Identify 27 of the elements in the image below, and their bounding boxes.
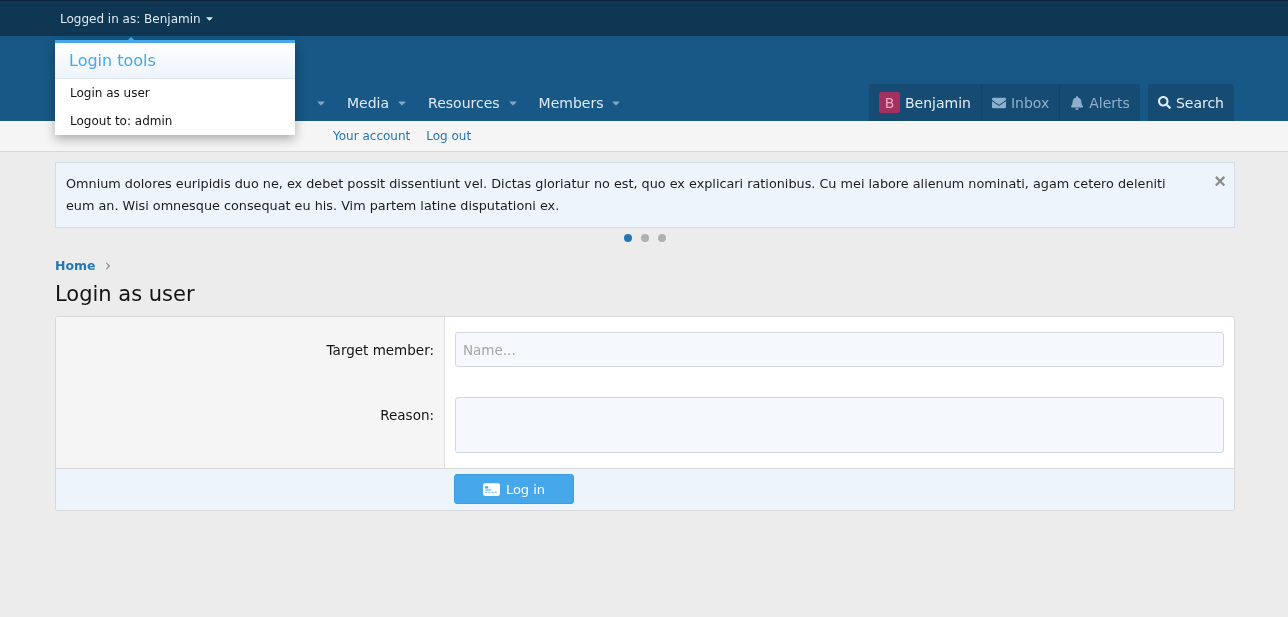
envelope-icon [991, 95, 1006, 110]
toolbar-link[interactable]: Alerts [1060, 84, 1140, 121]
nav-tab[interactable]: Members [528, 84, 633, 121]
field-label: Target member: [326, 342, 434, 358]
menu-item[interactable]: Logout to: admin [55, 107, 295, 135]
page-title: Login as user [55, 282, 196, 306]
logged-in-menu[interactable]: Logged in as: Benjamin [60, 11, 215, 26]
field-label: Reason: [380, 407, 434, 423]
card-icon [482, 480, 500, 498]
nav-tab[interactable]: Media [337, 84, 419, 121]
sub-nav-link[interactable]: Log out [418, 129, 480, 143]
menu-title: Login tools [55, 43, 295, 79]
text-area[interactable] [455, 397, 1224, 453]
breadcrumb-link[interactable]: Home [55, 258, 96, 273]
menu-item[interactable]: Login as user [55, 79, 295, 107]
input-field[interactable]: Name... [455, 332, 1224, 367]
search-icon [1157, 96, 1171, 109]
avatar: B [879, 92, 900, 113]
bell-icon [1070, 95, 1085, 110]
sub-nav-link[interactable]: Your account [325, 129, 419, 143]
pager-dot[interactable] [658, 234, 666, 242]
chevron-icon [103, 261, 112, 270]
pager-dot[interactable] [641, 234, 649, 242]
nav-tab[interactable]: Resources [418, 84, 529, 121]
pager-dot[interactable] [624, 234, 632, 242]
search-button[interactable]: Search [1147, 84, 1234, 121]
notice-text: Omnium dolores euripidis duo ne, ex debet possit dissentiunt vel. Dictas gloriatur no est, quo ex explicari rationibus. Cu mei labore alienum nominati, agam cetero deleniti eum an. Wisi omnesque consequat eu his. Vim partem latine disputationi ex. [66, 176, 1166, 213]
